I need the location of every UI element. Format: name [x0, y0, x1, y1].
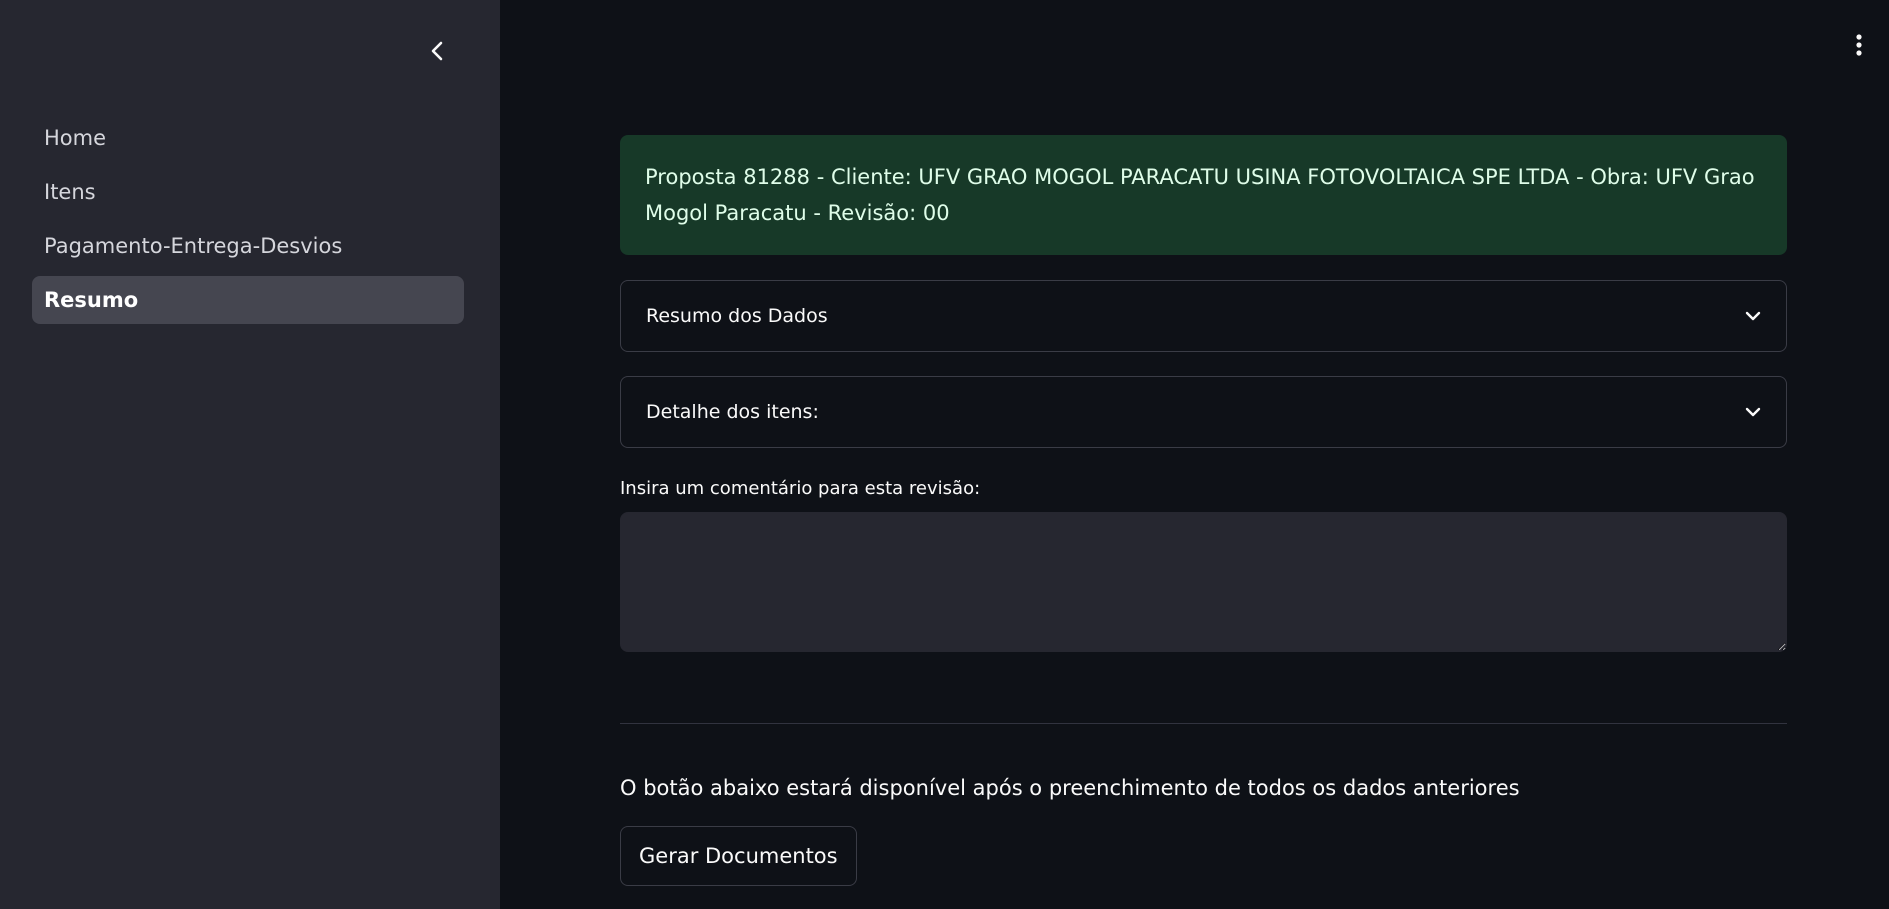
chevron-left-icon [431, 41, 443, 61]
kebab-menu-icon [1856, 34, 1862, 56]
proposal-success-alert: Proposta 81288 - Cliente: UFV GRAO MOGOL… [620, 135, 1787, 255]
divider [620, 723, 1787, 724]
proposal-alert-text: Proposta 81288 - Cliente: UFV GRAO MOGOL… [645, 165, 1755, 225]
sidebar-item-home[interactable]: Home [32, 114, 464, 162]
sidebar-item-label: Home [44, 126, 107, 150]
sidebar-item-itens[interactable]: Itens [32, 168, 464, 216]
comment-label: Insira um comentário para esta revisão: [620, 478, 981, 499]
expander-label: Detalhe dos itens: [646, 401, 819, 423]
sidebar-nav: Home Itens Pagamento-Entrega-Desvios Res… [32, 114, 464, 330]
sidebar-item-label: Itens [44, 180, 96, 204]
expander-label: Resumo dos Dados [646, 305, 828, 327]
sidebar: Home Itens Pagamento-Entrega-Desvios Res… [0, 0, 500, 909]
chevron-down-icon [1745, 407, 1761, 417]
main-content: Proposta 81288 - Cliente: UFV GRAO MOGOL… [620, 135, 1787, 886]
expander-detalhe-dos-itens[interactable]: Detalhe dos itens: [620, 376, 1787, 448]
sidebar-item-resumo[interactable]: Resumo [32, 276, 464, 324]
sidebar-item-label: Resumo [44, 288, 139, 312]
chevron-down-icon [1745, 311, 1761, 321]
info-text: O botão abaixo estará disponível após o … [620, 776, 1520, 800]
comment-textarea[interactable] [620, 512, 1787, 652]
sidebar-item-label: Pagamento-Entrega-Desvios [44, 234, 343, 258]
main-menu-button[interactable] [1844, 30, 1874, 60]
app-root: Home Itens Pagamento-Entrega-Desvios Res… [0, 0, 1889, 909]
expander-resumo-dos-dados[interactable]: Resumo dos Dados [620, 280, 1787, 352]
collapse-sidebar-button[interactable] [420, 34, 454, 68]
sidebar-item-pagamento-entrega-desvios[interactable]: Pagamento-Entrega-Desvios [32, 222, 464, 270]
generate-documents-button[interactable]: Gerar Documentos [620, 826, 857, 886]
